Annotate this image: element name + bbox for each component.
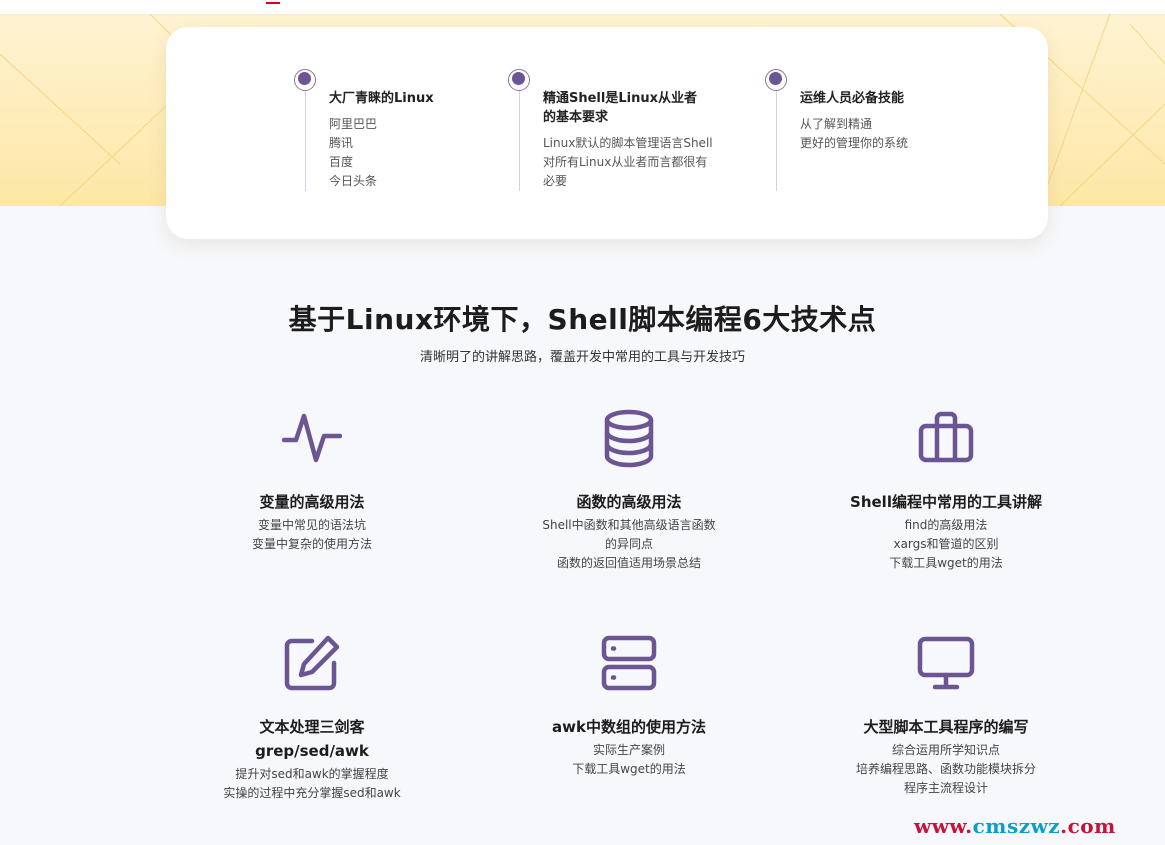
skill-card: 变量的高级用法 变量中常见的语法坑 变量中复杂的使用方法 [162,408,462,554]
skill-title: 大型脚本工具程序的编写 [863,718,1029,736]
timeline-line [519,79,520,191]
timeline-dot-icon [294,69,316,91]
skill-card: Shell编程中常用的工具讲解 find的高级用法 xargs和管道的区别 下载… [796,408,1096,573]
skill-line: find的高级用法 [904,518,988,532]
pulse-icon [282,413,342,463]
feature-line: 今日头条 [329,174,378,188]
database-icon [604,409,654,468]
feature-description: 从了解到精通 更好的管理你的系统 [800,115,908,153]
skill-line: 实际生产案例 [592,743,665,757]
section-title: 基于Linux环境下，Shell脚本编程6大技术点 [288,303,877,336]
watermark: www.cmszwz.com [914,814,1116,838]
watermark-suffix: .com [1060,814,1116,838]
skill-line: xargs和管道的区别 [893,537,999,551]
feature-title: 大厂青睐的Linux [329,91,434,106]
skill-card: 大型脚本工具程序的编写 综合运用所学知识点 培养编程思路、函数功能模块拆分 程序… [796,633,1096,798]
skill-description: 提升对sed和awk的掌握程度 实操的过程中充分掌握sed和awk [162,765,462,803]
skill-line: 变量中复杂的使用方法 [251,537,372,551]
skill-line: 函数的返回值适用场景总结 [556,556,701,570]
timeline-line [305,79,306,191]
skill-title: 文本处理三剑客 grep/sed/awk [162,715,462,763]
timeline-dot-icon [765,69,787,91]
skill-title: awk中数组的使用方法 [552,718,706,736]
feature-title-line: 的基本要求 [543,110,609,125]
skill-title: Shell编程中常用的工具讲解 [850,493,1042,511]
skill-description: 综合运用所学知识点 培养编程思路、函数功能模块拆分 程序主流程设计 [796,741,1096,798]
skill-line: 程序主流程设计 [903,781,988,795]
skill-description: 变量中常见的语法坑 变量中复杂的使用方法 [162,516,462,554]
skill-title: 变量的高级用法 [259,493,365,511]
skill-title-line: grep/sed/awk [255,742,369,760]
skill-line: 综合运用所学知识点 [891,743,1000,757]
feature-line: 对所有Linux从业者而言都很有 [543,155,708,169]
feature-title-line: 精通Shell是Linux从业者 [543,91,697,106]
feature-title: 精通Shell是Linux从业者 的基本要求 [543,89,697,127]
skill-line: 下载工具wget的用法 [889,556,1003,570]
feature-line: 必要 [543,174,568,188]
feature-line: Linux默认的脚本管理语言Shell [543,136,713,150]
skill-line: 实操的过程中充分掌握sed和awk [223,786,401,800]
section-subtitle: 清晰明了的讲解思路，覆盖开发中常用的工具与开发技巧 [419,350,745,365]
feature-line: 阿里巴巴 [329,117,378,131]
feature-line: 百度 [329,155,354,169]
skill-card: 文本处理三剑客 grep/sed/awk 提升对sed和awk的掌握程度 实操的… [162,633,462,803]
skill-line: 的异同点 [604,537,653,551]
skill-title-line: 文本处理三剑客 [259,718,365,736]
skill-title: 函数的高级用法 [576,493,682,511]
skill-line: 下载工具wget的用法 [572,762,686,776]
server-icon [601,635,657,691]
monitor-icon [917,636,975,690]
skill-line: 变量中常见的语法坑 [257,518,366,532]
skill-line: 提升对sed和awk的掌握程度 [235,767,389,781]
watermark-domain: cmszwz [972,814,1061,838]
skill-description: 实际生产案例 下载工具wget的用法 [479,741,779,779]
watermark-prefix: www. [914,814,973,838]
feature-line: 从了解到精通 [800,117,873,131]
nav-active-indicator [266,2,280,4]
timeline-dot-icon [508,69,530,91]
skill-description: Shell中函数和其他高级语言函数 的异同点 函数的返回值适用场景总结 [479,516,779,573]
skill-description: find的高级用法 xargs和管道的区别 下载工具wget的用法 [796,516,1096,573]
feature-line: 更好的管理你的系统 [800,136,909,150]
briefcase-icon [918,411,974,463]
skill-card: 函数的高级用法 Shell中函数和其他高级语言函数 的异同点 函数的返回值适用场… [479,408,779,573]
top-nav-bar [0,0,1165,14]
feature-description: 阿里巴巴 腾讯 百度 今日头条 [329,115,377,191]
timeline-line [776,79,777,191]
feature-title: 运维人员必备技能 [800,91,905,106]
skill-card: awk中数组的使用方法 实际生产案例 下载工具wget的用法 [479,633,779,779]
edit-icon [284,635,340,691]
feature-line: 腾讯 [329,136,354,150]
skill-line: 培养编程思路、函数功能模块拆分 [855,762,1036,776]
feature-description: Linux默认的脚本管理语言Shell 对所有Linux从业者而言都很有 必要 [543,134,713,191]
skill-line: Shell中函数和其他高级语言函数 [542,518,716,532]
features-card: 大厂青睐的Linux 阿里巴巴 腾讯 百度 今日头条 精通Shell是Linux… [166,27,1048,239]
